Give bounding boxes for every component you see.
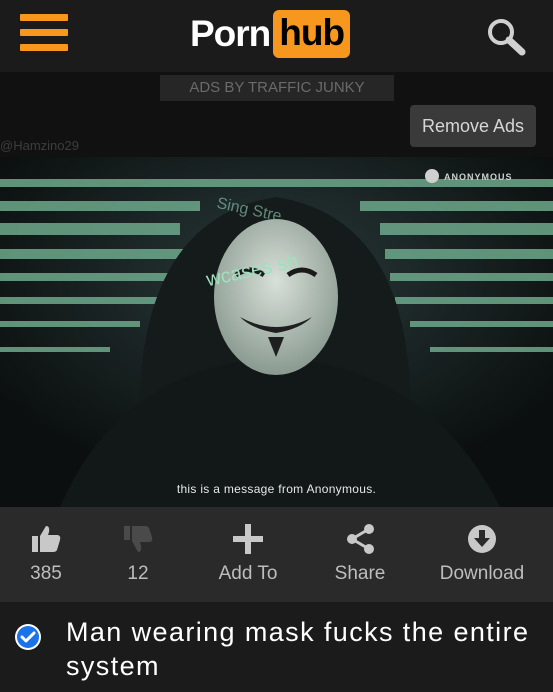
verified-check-icon	[14, 623, 42, 651]
add-to-button[interactable]: Add To	[190, 507, 306, 602]
video-player[interactable]: wcases sh Sing Stre ANONYMOUS	[0, 157, 553, 507]
top-header: Porn hub	[0, 0, 553, 72]
remove-ads-button[interactable]: Remove Ads	[410, 105, 536, 147]
action-bar: 385 12 Add To Share Download	[0, 507, 553, 602]
dislike-count: 12	[127, 563, 149, 584]
share-button[interactable]: Share	[310, 507, 410, 602]
share-label: Share	[334, 563, 386, 584]
logo-text-left: Porn	[190, 13, 271, 54]
like-count: 385	[30, 563, 62, 584]
download-label: Download	[439, 563, 525, 584]
search-icon[interactable]	[484, 16, 530, 56]
download-button[interactable]: Download	[420, 507, 544, 602]
site-logo[interactable]: Porn hub	[190, 9, 351, 59]
ad-label: ADS BY TRAFFIC JUNKY	[160, 75, 394, 101]
download-icon	[466, 523, 498, 555]
thumbs-up-icon	[30, 523, 62, 555]
logo-text-right: hub	[273, 10, 351, 58]
video-subtitle: this is a message from Anonymous.	[176, 482, 377, 496]
like-button[interactable]: 385	[0, 507, 92, 602]
hamburger-icon[interactable]	[20, 14, 68, 52]
channel-badge: ANONYMOUS	[444, 172, 513, 182]
video-frame-image: wcases sh Sing Stre ANONYMOUS	[0, 157, 553, 507]
dislike-button[interactable]: 12	[92, 507, 184, 602]
watermark-text: @Hamzino29	[0, 138, 79, 153]
share-icon	[344, 523, 376, 555]
video-title[interactable]: Man wearing mask fucks the entire system	[66, 615, 546, 683]
add-to-label: Add To	[218, 563, 278, 584]
thumbs-down-icon	[122, 523, 154, 555]
plus-icon	[232, 523, 264, 555]
